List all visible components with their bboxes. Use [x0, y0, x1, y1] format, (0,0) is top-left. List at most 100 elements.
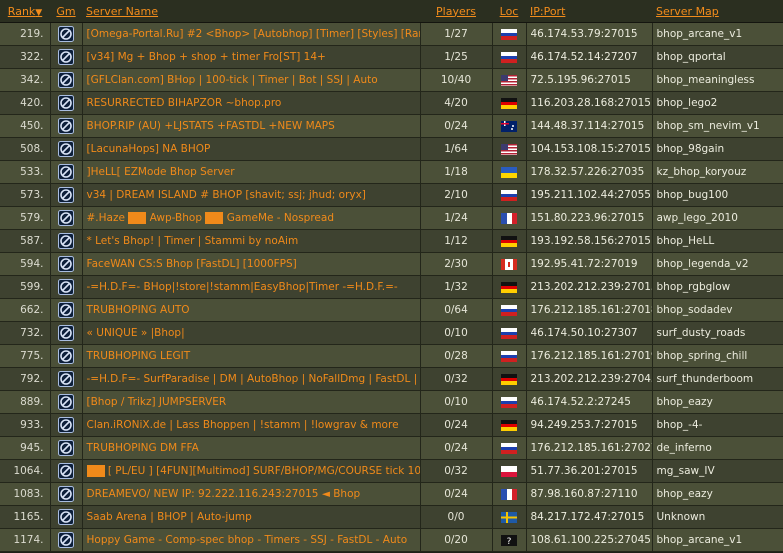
server-name-link[interactable]: TRUBHOPING DM FFA — [82, 436, 421, 460]
server-row[interactable]: 573. v34 | DREAM ISLAND # BHOP [shavit; s… — [0, 183, 783, 207]
game-icon-cell — [50, 206, 83, 230]
server-name-link[interactable]: [LacunaHops] NA BHOP — [82, 137, 421, 161]
server-row[interactable]: 579. #.Haze Awp-Bhop GameMe - Nospread 1/2… — [0, 206, 783, 230]
ip-port[interactable]: 213.202.212.239:27045 — [526, 367, 653, 391]
location-cell — [492, 505, 527, 529]
server-name-link[interactable]: [GFLClan.com] BHop | 100-tick | Timer | … — [82, 68, 421, 92]
ip-port[interactable]: 144.48.37.114:27015 — [526, 114, 653, 138]
css-game-icon — [58, 118, 74, 134]
server-list-table: Rank▼ Gm Server Name Players Loc IP:Port… — [0, 0, 783, 552]
server-name-link[interactable]: [Bhop / Trikz] JUMPSERVER — [82, 390, 421, 414]
server-row[interactable]: 889. [Bhop / Trikz] JUMPSERVER 0/10 46.174.… — [0, 390, 783, 414]
sort-desc-icon[interactable]: ▼ — [35, 8, 42, 18]
server-row[interactable]: 508. [LacunaHops] NA BHOP 1/64 104.153.108.… — [0, 137, 783, 161]
css-game-icon — [58, 302, 74, 318]
server-name-link[interactable]: [ PL/EU ] [4FUN][Multimod] SURF/BHOP/MG/… — [82, 459, 421, 483]
server-rank: 1083. — [0, 482, 51, 506]
loc-column-header[interactable]: Loc — [492, 0, 526, 23]
flag-ru-icon — [501, 304, 517, 316]
ip-port[interactable]: 116.203.28.168:27015 — [526, 91, 653, 115]
server-row[interactable]: 933. Clan.iRONiX.de | Lass Bhoppen | !sta… — [0, 413, 783, 437]
server-row[interactable]: 792. -=H.D.F=- SurfParadise | DM | AutoBh… — [0, 367, 783, 391]
css-game-icon — [58, 233, 74, 249]
ip-port[interactable]: 72.5.195.96:27015 — [526, 68, 653, 92]
ip-port[interactable]: 176.212.185.161:27019 — [526, 344, 653, 368]
ip-port[interactable]: 151.80.223.96:27015 — [526, 206, 653, 230]
ip-port[interactable]: 213.202.212.239:27015 — [526, 275, 653, 299]
server-name-link[interactable]: FaceWAN CS:S Bhop [FastDL] [1000FPS] — [82, 252, 421, 276]
rank-header-label[interactable]: Rank — [8, 5, 35, 18]
ip-port[interactable]: 87.98.160.87:27110 — [526, 482, 653, 506]
server-row[interactable]: 1174. Hoppy Game - Comp-spec bhop - Timer… — [0, 528, 783, 552]
server-name-link[interactable]: ]HeLL[ EZMode Bhop Server — [82, 160, 421, 184]
server-name-link[interactable]: -=H.D.F=- SurfParadise | DM | AutoBhop |… — [82, 367, 421, 391]
ip-port[interactable]: 94.249.253.7:27015 — [526, 413, 653, 437]
server-name-link[interactable]: DREAMEVO/ NEW IP: 92.222.116.243:27015 ◄… — [82, 482, 421, 506]
location-cell: ? — [492, 528, 527, 552]
server-name-link[interactable]: [Omega-Portal.Ru] #2 <Bhop> [Autobhop] [… — [82, 22, 421, 46]
server-name-part[interactable]: [ PL/EU ] [4FUN][Multimod] SURF/BHOP/MG/… — [108, 465, 419, 477]
server-row[interactable]: 420. RESURRECTED BIHAPZOR ~bhop.pro 4/20 11… — [0, 91, 783, 115]
server-row[interactable]: 1083. DREAMEVO/ NEW IP: 92.222.116.243:27… — [0, 482, 783, 506]
server-row[interactable]: 587. * Let's Bhop! | Timer | Stammi by no… — [0, 229, 783, 253]
server-name-link[interactable]: Saab Arena | BHOP | Auto-jump — [82, 505, 421, 529]
players-count: 1/32 — [420, 275, 493, 299]
location-cell — [492, 459, 527, 483]
server-map-column-header[interactable]: Server Map — [652, 0, 783, 23]
server-name-link[interactable]: « UNIQUE » |Bhop| — [82, 321, 421, 345]
ip-port-column-header[interactable]: IP:Port — [526, 0, 652, 23]
server-row[interactable]: 1064. [ PL/EU ] [4FUN][Multimod] SURF/BH… — [0, 459, 783, 483]
ip-port[interactable]: 84.217.172.47:27015 — [526, 505, 653, 529]
server-row[interactable]: 1165. Saab Arena | BHOP | Auto-jump 0/0 84.… — [0, 505, 783, 529]
ip-port[interactable]: 195.211.102.44:27055 — [526, 183, 653, 207]
ip-port[interactable]: 193.192.58.156:27015 — [526, 229, 653, 253]
flag-ru-icon — [501, 396, 517, 408]
rank-column-header[interactable]: Rank▼ — [0, 0, 50, 23]
server-name-link[interactable]: Hoppy Game - Comp-spec bhop - Timers - S… — [82, 528, 421, 552]
server-row[interactable]: 599. -=H.D.F=- BHop|!store|!stamm|EasyBho… — [0, 275, 783, 299]
server-name-link[interactable]: #.Haze Awp-Bhop GameMe - Nospread — [82, 206, 421, 230]
server-map: bhop_sodadev — [652, 298, 783, 322]
players-column-header[interactable]: Players — [420, 0, 492, 23]
ip-port[interactable]: 178.32.57.226:27035 — [526, 160, 653, 184]
ip-port[interactable]: 104.153.108.15:27015 — [526, 137, 653, 161]
server-name-link[interactable]: -=H.D.F=- BHop|!store|!stamm|EasyBhop|Ti… — [82, 275, 421, 299]
server-name-link[interactable]: v34 | DREAM ISLAND # BHOP [shavit; ssj; … — [82, 183, 421, 207]
server-row[interactable]: 322. [v34] Mg + Bhop + shop + timer Fro[S… — [0, 45, 783, 69]
server-row[interactable]: 662. TRUBHOPING AUTO 0/64 176.212.185.161:2… — [0, 298, 783, 322]
ip-port[interactable]: 176.212.185.161:27027 — [526, 436, 653, 460]
server-name-link[interactable]: BHOP.RIP (AU) +LJSTATS +FASTDL +NEW MAPS — [82, 114, 421, 138]
gm-column-header[interactable]: Gm — [50, 0, 82, 23]
ip-port[interactable]: 51.77.36.201:27015 — [526, 459, 653, 483]
server-name-part[interactable]: #.Haze — [87, 212, 125, 224]
server-row[interactable]: 342. [GFLClan.com] BHop | 100-tick | Time… — [0, 68, 783, 92]
server-row[interactable]: 594. FaceWAN CS:S Bhop [FastDL] [1000FPS]… — [0, 252, 783, 276]
ip-port[interactable]: 46.174.53.79:27015 — [526, 22, 653, 46]
players-count: 1/12 — [420, 229, 493, 253]
ip-port[interactable]: 46.174.50.10:27307 — [526, 321, 653, 345]
server-rank: 342. — [0, 68, 51, 92]
ip-port[interactable]: 192.95.41.72:27019 — [526, 252, 653, 276]
server-name-link[interactable]: TRUBHOPING AUTO — [82, 298, 421, 322]
css-game-icon — [58, 509, 74, 525]
server-name-part[interactable]: Awp-Bhop — [150, 212, 202, 224]
server-name-link[interactable]: TRUBHOPING LEGIT — [82, 344, 421, 368]
server-row[interactable]: 450. BHOP.RIP (AU) +LJSTATS +FASTDL +NEW … — [0, 114, 783, 138]
server-row[interactable]: 775. TRUBHOPING LEGIT 0/28 176.212.185.161:… — [0, 344, 783, 368]
server-name-link[interactable]: [v34] Mg + Bhop + shop + timer Fro[ST] 1… — [82, 45, 421, 69]
ip-port[interactable]: 176.212.185.161:27018 — [526, 298, 653, 322]
server-row[interactable]: 533.]HeLL[ EZMode Bhop Server 1/18 178.32.… — [0, 160, 783, 184]
server-name-link[interactable]: RESURRECTED BIHAPZOR ~bhop.pro — [82, 91, 421, 115]
ip-port[interactable]: 46.174.52.2:27245 — [526, 390, 653, 414]
server-name-link[interactable]: * Let's Bhop! | Timer | Stammi by noAim — [82, 229, 421, 253]
game-icon-cell — [50, 45, 83, 69]
server-name-part[interactable]: GameMe - Nospread — [227, 212, 334, 224]
server-row[interactable]: 945. TRUBHOPING DM FFA 0/24 176.212.185.161… — [0, 436, 783, 460]
location-cell — [492, 68, 527, 92]
server-name-link[interactable]: Clan.iRONiX.de | Lass Bhoppen | !stamm |… — [82, 413, 421, 437]
server-row[interactable]: 732. « UNIQUE » |Bhop| 0/10 46.174.50.10:27… — [0, 321, 783, 345]
ip-port[interactable]: 46.174.52.14:27207 — [526, 45, 653, 69]
server-row[interactable]: 219. [Omega-Portal.Ru] #2 <Bhop> [Autobho… — [0, 22, 783, 46]
server-name-column-header[interactable]: Server Name — [82, 0, 420, 23]
ip-port[interactable]: 108.61.100.225:27045 — [526, 528, 653, 552]
